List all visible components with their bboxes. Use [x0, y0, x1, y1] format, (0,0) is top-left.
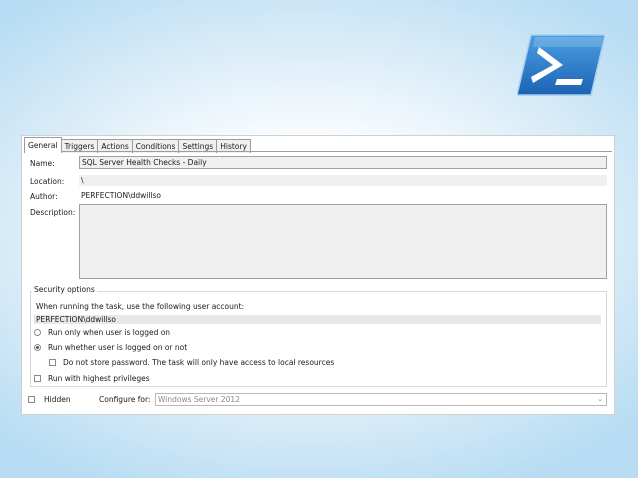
tab-strip: General Triggers Actions Conditions Sett… — [24, 137, 251, 153]
configure-for-value: Windows Server 2012 — [158, 395, 240, 404]
highest-privileges-label[interactable]: Run with highest privileges — [48, 374, 150, 383]
location-field: \ — [79, 175, 607, 186]
configure-for-label: Configure for: — [99, 395, 151, 404]
run-whether-radio[interactable] — [34, 344, 41, 351]
account-prompt: When running the task, use the following… — [36, 302, 245, 311]
powershell-logo-icon — [517, 33, 605, 97]
description-label: Description: — [30, 208, 76, 217]
hidden-label[interactable]: Hidden — [44, 395, 71, 404]
security-options-title: Security options — [32, 285, 97, 294]
task-properties-dialog: General Triggers Actions Conditions Sett… — [21, 135, 615, 415]
tab-general[interactable]: General — [24, 137, 62, 153]
user-account-field: PERFECTION\ddwillso — [34, 315, 601, 324]
description-field[interactable] — [79, 204, 607, 279]
author-field: PERFECTION\ddwillso — [81, 191, 161, 200]
run-logged-on-label[interactable]: Run only when user is logged on — [48, 328, 170, 337]
name-field[interactable]: SQL Server Health Checks - Daily — [79, 156, 607, 169]
no-store-password-label[interactable]: Do not store password. The task will onl… — [63, 358, 334, 367]
name-label: Name: — [30, 159, 55, 168]
run-whether-label[interactable]: Run whether user is logged on or not — [48, 343, 187, 352]
author-label: Author: — [30, 192, 58, 201]
location-label: Location: — [30, 177, 65, 186]
hidden-checkbox[interactable] — [28, 396, 35, 403]
highest-privileges-checkbox[interactable] — [34, 375, 41, 382]
run-logged-on-radio[interactable] — [34, 329, 41, 336]
tab-divider — [24, 151, 612, 152]
configure-for-dropdown[interactable]: Windows Server 2012 ⌄ — [155, 393, 607, 406]
no-store-password-checkbox[interactable] — [49, 359, 56, 366]
chevron-down-icon[interactable]: ⌄ — [597, 394, 603, 405]
